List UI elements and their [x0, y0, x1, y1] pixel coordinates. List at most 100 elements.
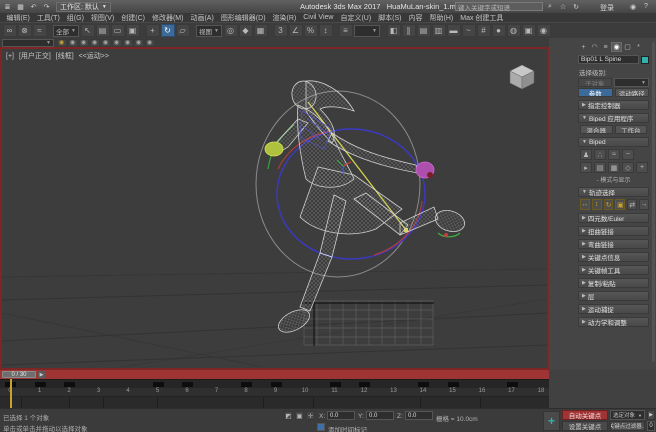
menu-item[interactable]: 自定义(U)	[337, 13, 375, 23]
y-coordinate-field[interactable]: 0.0	[366, 411, 394, 420]
z-coordinate-field[interactable]: 0.0	[405, 411, 433, 420]
menu-item[interactable]: 动画(A)	[187, 13, 217, 23]
rollout-header[interactable]: ▶动力学和调整	[578, 317, 649, 327]
motion-tab-icon[interactable]: ◉	[611, 42, 622, 52]
keyboard-override-icon[interactable]: ▦	[254, 24, 268, 37]
snaps-toggle-icon[interactable]: 3	[274, 24, 288, 37]
figure-mode-icon[interactable]: ♟	[580, 149, 592, 160]
bind-to-spacewarp-icon[interactable]: ≈	[33, 24, 47, 37]
command-panel-scrollbar[interactable]	[652, 42, 655, 362]
absolute-mode-icon[interactable]: ✛	[306, 411, 315, 420]
rollout-header-biped[interactable]: ▼ Biped	[578, 137, 649, 147]
rollout-header[interactable]: ▶关键帧工具	[578, 265, 649, 275]
reference-coordinate-dropdown[interactable]: 视图▼	[196, 25, 222, 37]
toggle-scene-explorer-icon[interactable]: ▤	[417, 24, 431, 37]
search-input[interactable]: 键入关键字或短语	[455, 2, 543, 11]
viewport[interactable]: [+] [用户正交] [线框] <<运动>>	[0, 47, 549, 370]
menu-item[interactable]: Civil View	[300, 14, 337, 21]
keyframe-marker[interactable]	[35, 382, 46, 387]
motion-flow-mode-icon[interactable]: ≈	[608, 149, 620, 160]
play-button[interactable]: ▶	[647, 410, 655, 420]
rollout-header[interactable]: ▶层	[578, 291, 649, 301]
menu-item[interactable]: 图形编辑器(D)	[217, 13, 269, 23]
app-menu-icon[interactable]: ≣	[2, 2, 13, 12]
track-bar[interactable]	[0, 379, 549, 388]
history-icon[interactable]: ↻	[571, 2, 581, 11]
keyframe-marker[interactable]	[64, 382, 75, 387]
search-icon[interactable]: ⌕	[545, 2, 555, 11]
menu-item[interactable]: 修改器(M)	[148, 13, 187, 23]
opposite-tracks-icon[interactable]: →	[639, 199, 649, 210]
modes-display-expander[interactable]: - 模式与显示	[578, 175, 649, 184]
viewport-shading-menu[interactable]: [线框]	[56, 53, 74, 60]
window-crossing-icon[interactable]: ▣	[126, 24, 140, 37]
selection-region-icon[interactable]: ▭	[111, 24, 125, 37]
menu-item[interactable]: 脚本(S)	[375, 13, 405, 23]
sign-in-label[interactable]: 登录	[600, 3, 614, 13]
rollout-header[interactable]: ▶弯曲链接	[578, 239, 649, 249]
toggle-layer-explorer-icon[interactable]: ▥	[432, 24, 446, 37]
rollout-header[interactable]: ▶四元数/Euler	[578, 213, 649, 223]
anim-layer-properties-icon[interactable]: ◉	[79, 39, 89, 47]
workspace-dropdown[interactable]: 工作区: 默认 ▼	[56, 2, 111, 12]
keyframe-marker[interactable]	[182, 382, 193, 387]
use-pivot-center-icon[interactable]: ◎	[224, 24, 238, 37]
rollout-header[interactable]: ▶复制/粘贴	[578, 278, 649, 288]
biped-playback-icon[interactable]: ▸	[580, 162, 592, 173]
render-setup-icon[interactable]: ◍	[507, 24, 521, 37]
workbench-button[interactable]: 工作台	[615, 125, 648, 134]
add-anim-layer-icon[interactable]: ◉	[90, 39, 100, 47]
redo-icon[interactable]: ↷	[41, 2, 52, 12]
keyframe-marker[interactable]	[359, 382, 370, 387]
lock-com-keying-icon[interactable]: ▣	[615, 199, 625, 210]
menu-item[interactable]: 视图(V)	[87, 13, 117, 23]
render-production-icon[interactable]: ◉	[537, 24, 551, 37]
create-tab-icon[interactable]: +	[578, 42, 589, 52]
set-keys-button[interactable]: +	[543, 411, 560, 431]
save-icon[interactable]: ▦	[15, 2, 26, 12]
collapse-anim-layer-icon[interactable]: ◉	[134, 39, 144, 47]
body-rotation-icon[interactable]: ↻	[604, 199, 614, 210]
body-horizontal-icon[interactable]: ↔	[580, 199, 590, 210]
named-selection-sets-dropdown[interactable]: ▼	[354, 25, 380, 37]
viewport-pov-menu[interactable]: [用户正交]	[19, 53, 51, 60]
mirror-icon[interactable]: ◧	[387, 24, 401, 37]
select-scale-icon[interactable]: ▱	[176, 24, 190, 37]
modify-tab-icon[interactable]: ◠	[589, 42, 600, 52]
utilities-tab-icon[interactable]: *	[633, 42, 644, 52]
character-wireframe[interactable]	[274, 79, 467, 337]
menu-item[interactable]: 内容	[405, 13, 426, 23]
time-slider-handle[interactable]: 0 / 30	[2, 371, 36, 378]
angle-snap-icon[interactable]: ∠	[289, 24, 303, 37]
isolate-selection-icon[interactable]: ◩	[284, 411, 293, 420]
rollout-header-biped-apps[interactable]: ▼ Biped 应用程序	[578, 113, 649, 123]
keyframe-marker[interactable]	[418, 382, 429, 387]
body-vertical-icon[interactable]: ↕	[592, 199, 602, 210]
motion-paths-button[interactable]: 运动路径	[615, 88, 650, 97]
select-object-icon[interactable]: ↖	[81, 24, 95, 37]
menu-item[interactable]: 工具(T)	[33, 13, 63, 23]
enable-anim-layers-icon[interactable]: ◉	[57, 39, 67, 47]
toggle-ribbon-icon[interactable]: ▬	[447, 24, 461, 37]
menu-item[interactable]: 编辑(E)	[3, 13, 33, 23]
delete-anim-layer-icon[interactable]: ◉	[101, 39, 111, 47]
current-frame-field[interactable]: 0	[647, 421, 655, 431]
rollout-header[interactable]: ▶运动捕捉	[578, 304, 649, 314]
convert-icon[interactable]: ◇	[622, 162, 634, 173]
undo-icon[interactable]: ↶	[28, 2, 39, 12]
named-sets-edit-icon[interactable]: ≡	[339, 24, 353, 37]
select-active-layer-icon[interactable]: ◉	[68, 39, 78, 47]
left-hand-mesh[interactable]	[265, 142, 283, 156]
spinner-snap-icon[interactable]: ↕	[319, 24, 333, 37]
rollout-header[interactable]: ▶关键点信息	[578, 252, 649, 262]
keyframe-marker[interactable]	[448, 382, 459, 387]
anim-layer-dropdown[interactable]: ▼	[2, 39, 54, 47]
rollout-header[interactable]: ▶扭曲链接	[578, 226, 649, 236]
menu-item[interactable]: 帮助(H)	[426, 13, 457, 23]
select-move-icon[interactable]: +	[146, 24, 160, 37]
selection-filter-dropdown[interactable]: 全部▼	[53, 25, 79, 37]
key-mode-dropdown[interactable]: 选定对象 ▼	[610, 410, 645, 420]
sub-object-level-dropdown[interactable]: ▼	[614, 78, 650, 87]
paste-anim-layer-icon[interactable]: ◉	[123, 39, 133, 47]
rollout-header-track-selection[interactable]: ▼ 轨迹选择	[578, 187, 649, 197]
